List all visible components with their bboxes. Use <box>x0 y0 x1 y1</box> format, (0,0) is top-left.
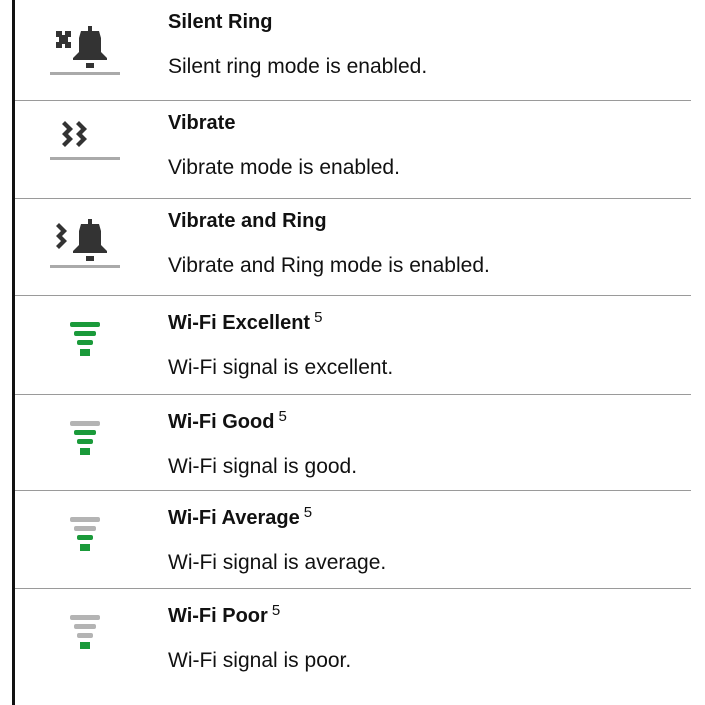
wifi-bar <box>74 430 96 435</box>
footnote-marker: 5 <box>303 504 313 521</box>
table-row: Wi-Fi Excellent 5 Wi-Fi signal is excelle… <box>15 296 691 395</box>
wifi-bar <box>77 340 93 345</box>
wifi-bar <box>80 544 90 551</box>
wifi-average-icon <box>25 499 151 573</box>
row-title: Vibrate <box>168 112 236 134</box>
table-row: Wi-Fi Average 5 Wi-Fi signal is average. <box>15 491 691 589</box>
row-title: Wi-Fi Excellent 5 <box>168 309 323 334</box>
footnote-marker: 5 <box>271 602 281 619</box>
row-title: Wi-Fi Average 5 <box>168 504 313 529</box>
table-row: Wi-Fi Poor 5 Wi-Fi signal is poor. <box>15 589 691 691</box>
wifi-bar <box>70 421 100 426</box>
row-description: Silent ring mode is enabled. <box>168 55 428 78</box>
vibrate-icon <box>25 109 151 183</box>
icon-table-page: Silent Ring Silent ring mode is enabled.… <box>0 0 705 705</box>
wifi-bar <box>80 349 90 356</box>
row-description: Wi-Fi signal is poor. <box>168 649 352 672</box>
wifi-bar <box>77 535 93 540</box>
row-title: Wi-Fi Poor 5 <box>168 602 281 627</box>
wifi-bar <box>74 624 96 629</box>
row-description: Vibrate mode is enabled. <box>168 156 400 179</box>
wifi-good-icon <box>25 403 151 477</box>
wifi-bar <box>77 439 93 444</box>
row-description: Vibrate and Ring mode is enabled. <box>168 254 490 277</box>
row-title: Vibrate and Ring <box>168 210 327 232</box>
wifi-poor-icon <box>25 597 151 671</box>
wifi-bar <box>74 526 96 531</box>
wifi-bar <box>80 448 90 455</box>
table-row: Silent Ring Silent ring mode is enabled. <box>15 0 691 101</box>
wifi-bar <box>77 633 93 638</box>
wifi-bar <box>70 322 100 327</box>
table-row: Vibrate Vibrate mode is enabled. <box>15 101 691 199</box>
row-title: Silent Ring <box>168 11 273 33</box>
wifi-bar <box>80 642 90 649</box>
vibrate-and-ring-icon <box>25 207 151 281</box>
table-row: Vibrate and Ring Vibrate and Ring mode i… <box>15 199 691 296</box>
wifi-bar <box>74 331 96 336</box>
row-description: Wi-Fi signal is average. <box>168 551 387 574</box>
footnote-marker: 5 <box>278 408 287 425</box>
row-description: Wi-Fi signal is good. <box>168 455 358 478</box>
wifi-excellent-icon <box>25 304 151 378</box>
status-icon-table: Silent Ring Silent ring mode is enabled.… <box>15 0 691 691</box>
silent-ring-icon <box>25 8 151 82</box>
row-title: Wi-Fi Good 5 <box>168 408 287 433</box>
wifi-bar <box>70 517 100 522</box>
row-description: Wi-Fi signal is excellent. <box>168 356 394 379</box>
table-row: Wi-Fi Good 5 Wi-Fi signal is good. <box>15 395 691 491</box>
wifi-bar <box>70 615 100 620</box>
footnote-marker: 5 <box>314 309 323 326</box>
